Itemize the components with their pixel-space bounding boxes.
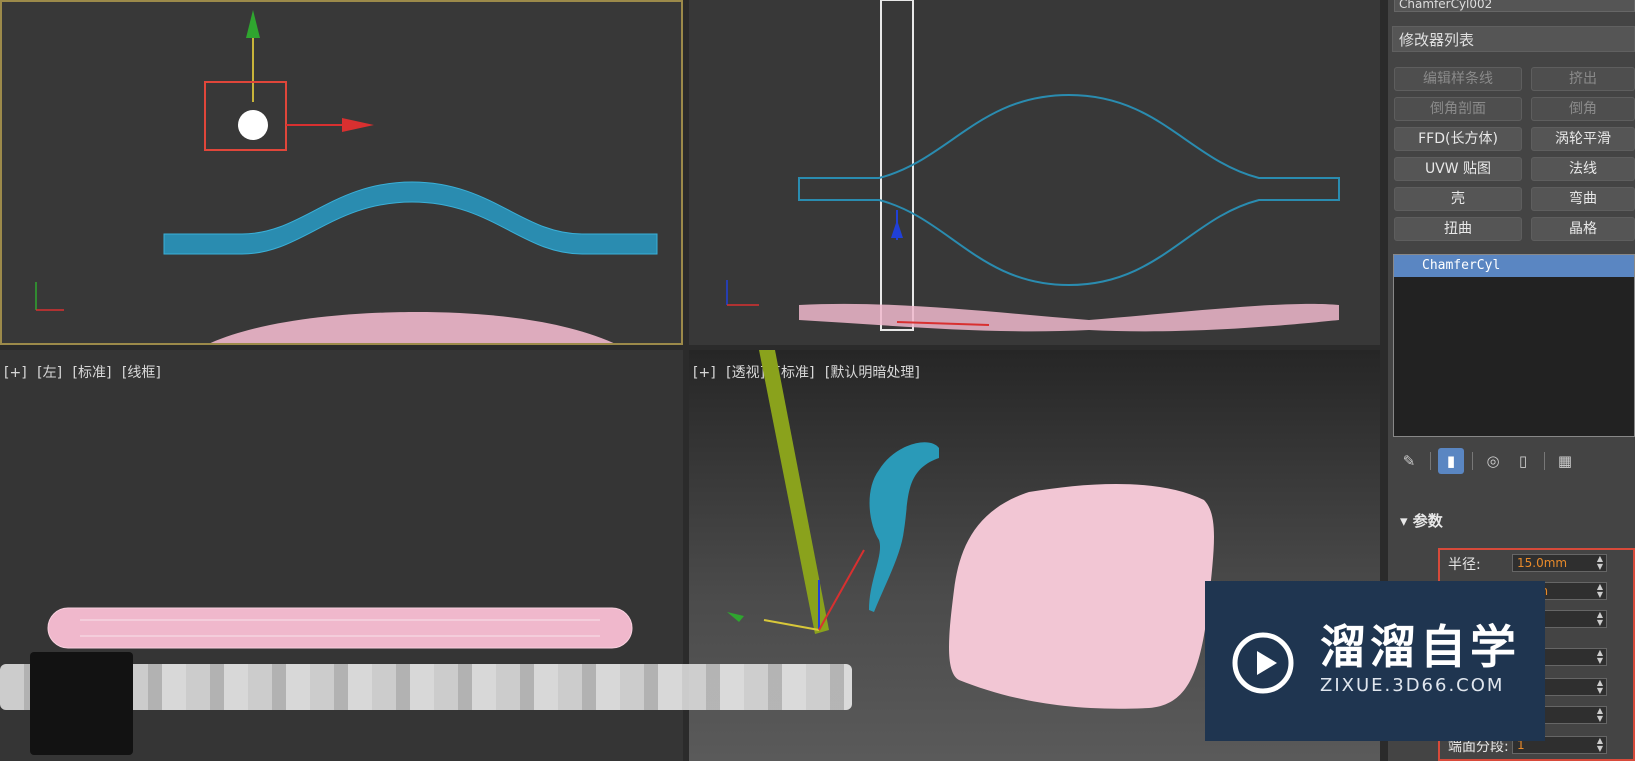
viewport-top[interactable]: [0, 0, 683, 345]
param-radius-spinner[interactable]: 15.0mm ▲ ▼: [1512, 554, 1607, 572]
modifier-button[interactable]: 法线: [1531, 157, 1635, 181]
configure-icon[interactable]: ▦: [1552, 448, 1578, 474]
make-unique-icon[interactable]: ◎: [1480, 448, 1506, 474]
viewport-top-canvas: [35, 10, 658, 345]
modifier-button[interactable]: 扭曲: [1394, 217, 1522, 241]
gizmo-y-arrow: [246, 10, 260, 38]
modifier-button[interactable]: 弯曲: [1531, 187, 1635, 211]
gizmo-center[interactable]: [238, 110, 268, 140]
watermark-url: ZIXUE.3D66.COM: [1320, 675, 1505, 696]
watermark: 溜溜自学 ZIXUE.3D66.COM: [1205, 581, 1545, 741]
seat-3d[interactable]: [949, 483, 1214, 709]
rollout-parameters[interactable]: ▾ 参数: [1400, 510, 1443, 531]
modifier-button[interactable]: 倒角: [1531, 97, 1635, 121]
handle-wireframe[interactable]: [163, 181, 658, 255]
modifier-button[interactable]: UVW 贴图: [1394, 157, 1522, 181]
modifier-button[interactable]: 挤出: [1531, 67, 1635, 91]
backrest-3d[interactable]: [869, 442, 939, 612]
stack-toolbar: ✎ ▮ ◎ ▯ ▦: [1396, 448, 1631, 476]
play-logo-icon: [1232, 632, 1294, 694]
viewport-front-canvas: [726, 0, 1340, 332]
viewport-front[interactable]: [689, 0, 1380, 345]
rollout-title-text: 参数: [1412, 512, 1443, 530]
seat-side-wireframe[interactable]: [47, 607, 633, 649]
spinner-value: 15.0mm: [1517, 556, 1568, 570]
modifier-button[interactable]: 编辑样条线: [1394, 67, 1522, 91]
stack-item[interactable]: ChamferCyl: [1394, 255, 1634, 277]
gizmo-x-arrow: [342, 118, 374, 132]
watermark-brand: 溜溜自学: [1320, 620, 1520, 674]
modifier-list-dropdown[interactable]: 修改器列表: [1392, 26, 1635, 52]
modifier-button[interactable]: 晶格: [1531, 217, 1635, 241]
object-name-field[interactable]: ChamferCyl002: [1394, 0, 1635, 12]
seat-wireframe[interactable]: [202, 312, 622, 345]
modifier-stack[interactable]: ChamferCyl: [1393, 254, 1635, 437]
modifier-button[interactable]: FFD(长方体): [1394, 127, 1522, 151]
redacted-block: [30, 652, 133, 755]
modifier-button[interactable]: 壳: [1394, 187, 1522, 211]
param-radius-label: 半径:: [1448, 557, 1481, 573]
remove-modifier-icon[interactable]: ▯: [1510, 448, 1536, 474]
modifier-button[interactable]: 倒角剖面: [1394, 97, 1522, 121]
leg-wireframe[interactable]: [880, 0, 914, 331]
pin-icon[interactable]: ✎: [1396, 448, 1422, 474]
show-end-result-icon[interactable]: ▮: [1438, 448, 1464, 474]
modifier-button[interactable]: 涡轮平滑: [1531, 127, 1635, 151]
